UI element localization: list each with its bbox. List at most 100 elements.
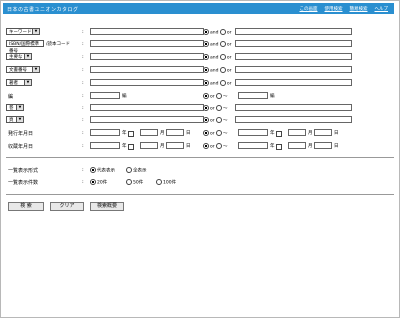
page-select[interactable]: 頁 ▼ <box>6 116 24 123</box>
author-input[interactable] <box>90 79 204 86</box>
title-input-2[interactable] <box>235 53 352 60</box>
search-button[interactable]: 検 索 <box>8 202 44 211</box>
radio-button[interactable] <box>90 179 96 185</box>
title-select[interactable]: 主要な ▼ <box>6 53 32 60</box>
hen-input[interactable] <box>90 92 120 99</box>
or-tilde-radio[interactable]: or 〜 <box>203 105 228 112</box>
or-tilde-radio[interactable]: or 〜 <box>203 117 228 124</box>
or-tilde-radio[interactable]: or 〜 <box>203 93 228 100</box>
radio-or[interactable] <box>219 41 226 47</box>
isbn-input-2[interactable] <box>235 40 352 47</box>
and-or-radio[interactable]: and or <box>203 29 232 36</box>
and-or-radio[interactable]: and or <box>203 67 232 74</box>
reg-month-input[interactable] <box>140 142 158 149</box>
vol-select[interactable]: 巻 ▼ <box>6 104 24 111</box>
radio-or[interactable] <box>203 117 209 123</box>
year-label-2: 年 <box>270 144 275 149</box>
and-or-radio[interactable]: and or <box>203 54 232 61</box>
keyword-input[interactable] <box>90 28 204 35</box>
pub-month-input-2[interactable] <box>288 129 306 136</box>
count-radio-1[interactable]: 20件 <box>90 179 107 186</box>
pub-year-input[interactable] <box>90 129 120 136</box>
radio-and[interactable] <box>203 41 209 47</box>
reg-day-input[interactable] <box>166 142 184 149</box>
reg-day-input-2[interactable] <box>314 142 332 149</box>
radio-or[interactable] <box>203 130 209 136</box>
keyword-input-2[interactable] <box>235 28 352 35</box>
format-option-label: 代表表示 <box>97 168 115 174</box>
bunsho-input[interactable] <box>90 66 204 73</box>
year-label: 年 <box>122 144 127 149</box>
radio-and[interactable] <box>203 67 209 73</box>
radio-or[interactable] <box>219 67 226 73</box>
hen-input-2[interactable] <box>238 92 268 99</box>
help-button[interactable]: 検索概要 <box>90 202 124 211</box>
reg-month-checkbox-2[interactable] <box>276 144 282 150</box>
radio-and[interactable] <box>203 29 209 35</box>
bunsho-select-value: 文書番号 <box>9 68 27 73</box>
count-option-label: 100件 <box>163 180 177 186</box>
and-or-radio[interactable]: and or <box>203 41 232 48</box>
or-tilde-radio[interactable]: or 〜 <box>203 130 228 137</box>
isbn-input[interactable] <box>90 40 204 47</box>
isbn-select[interactable]: ISBN/国際標準番号 <box>6 40 44 54</box>
chevron-down-icon: ▼ <box>24 80 31 85</box>
count-radio-3[interactable]: 100件 <box>156 179 176 186</box>
reg-month-input-2[interactable] <box>288 142 306 149</box>
radio-and[interactable] <box>203 54 209 60</box>
reg-year-input-2[interactable] <box>238 142 268 149</box>
format-radio-1[interactable]: 代表表示 <box>90 167 115 174</box>
title-input[interactable] <box>90 53 204 60</box>
radio-or[interactable] <box>203 93 209 99</box>
radio-or[interactable] <box>219 54 226 60</box>
radio-tilde[interactable] <box>216 143 223 149</box>
colon: : <box>82 143 84 149</box>
reg-year-input[interactable] <box>90 142 120 149</box>
radio-tilde[interactable] <box>216 117 223 123</box>
radio-button[interactable] <box>156 179 162 185</box>
radio-and[interactable] <box>203 80 209 86</box>
page-input[interactable] <box>90 116 204 123</box>
reg-month-checkbox[interactable] <box>128 144 134 150</box>
radio-or[interactable] <box>203 105 209 111</box>
keyword-select[interactable]: キーワード ▼ <box>6 28 40 35</box>
radio-or[interactable] <box>203 143 209 149</box>
radio-button[interactable] <box>126 167 132 173</box>
row-title: 主要な ▼ : and or <box>6 53 396 62</box>
radio-or[interactable] <box>219 29 226 35</box>
pub-day-input[interactable] <box>166 129 184 136</box>
nav-link-1[interactable]: この画面 <box>300 6 318 12</box>
vol-select-value: 巻 <box>9 106 14 111</box>
author-select[interactable]: 著者 ▼ <box>6 79 32 86</box>
nav-link-2[interactable]: 使用検索 <box>325 6 343 12</box>
or-tilde-radio[interactable]: or 〜 <box>203 143 228 150</box>
nav-link-4[interactable]: ヘルプ <box>375 6 389 12</box>
count-radio-2[interactable]: 50件 <box>126 179 143 186</box>
bunsho-input-2[interactable] <box>235 66 352 73</box>
pub-day-input-2[interactable] <box>314 129 332 136</box>
pub-month-checkbox-2[interactable] <box>276 131 282 137</box>
radio-button[interactable] <box>126 179 132 185</box>
radio-or[interactable] <box>219 80 226 86</box>
author-input-2[interactable] <box>235 79 352 86</box>
or-label: or <box>226 81 232 87</box>
and-or-radio[interactable]: and or <box>203 80 232 87</box>
colon: : <box>82 80 84 86</box>
nav-link-3[interactable]: 簡易検索 <box>350 6 368 12</box>
vol-input[interactable] <box>90 104 204 111</box>
pub-month-checkbox[interactable] <box>128 131 134 137</box>
radio-tilde[interactable] <box>216 105 223 111</box>
vol-input-2[interactable] <box>235 104 352 111</box>
pub-month-input[interactable] <box>140 129 158 136</box>
page-input-2[interactable] <box>235 116 352 123</box>
pub-year-input-2[interactable] <box>238 129 268 136</box>
format-radio-2[interactable]: 全表示 <box>126 167 147 174</box>
colon: : <box>82 29 84 35</box>
radio-button[interactable] <box>90 167 96 173</box>
bunsho-select[interactable]: 文書番号 ▼ <box>6 66 40 73</box>
radio-tilde[interactable] <box>216 93 223 99</box>
clear-button[interactable]: クリア <box>50 202 84 211</box>
radio-tilde[interactable] <box>216 130 223 136</box>
colon: : <box>82 54 84 60</box>
pub-date-label: 発行年月日 <box>8 131 34 137</box>
